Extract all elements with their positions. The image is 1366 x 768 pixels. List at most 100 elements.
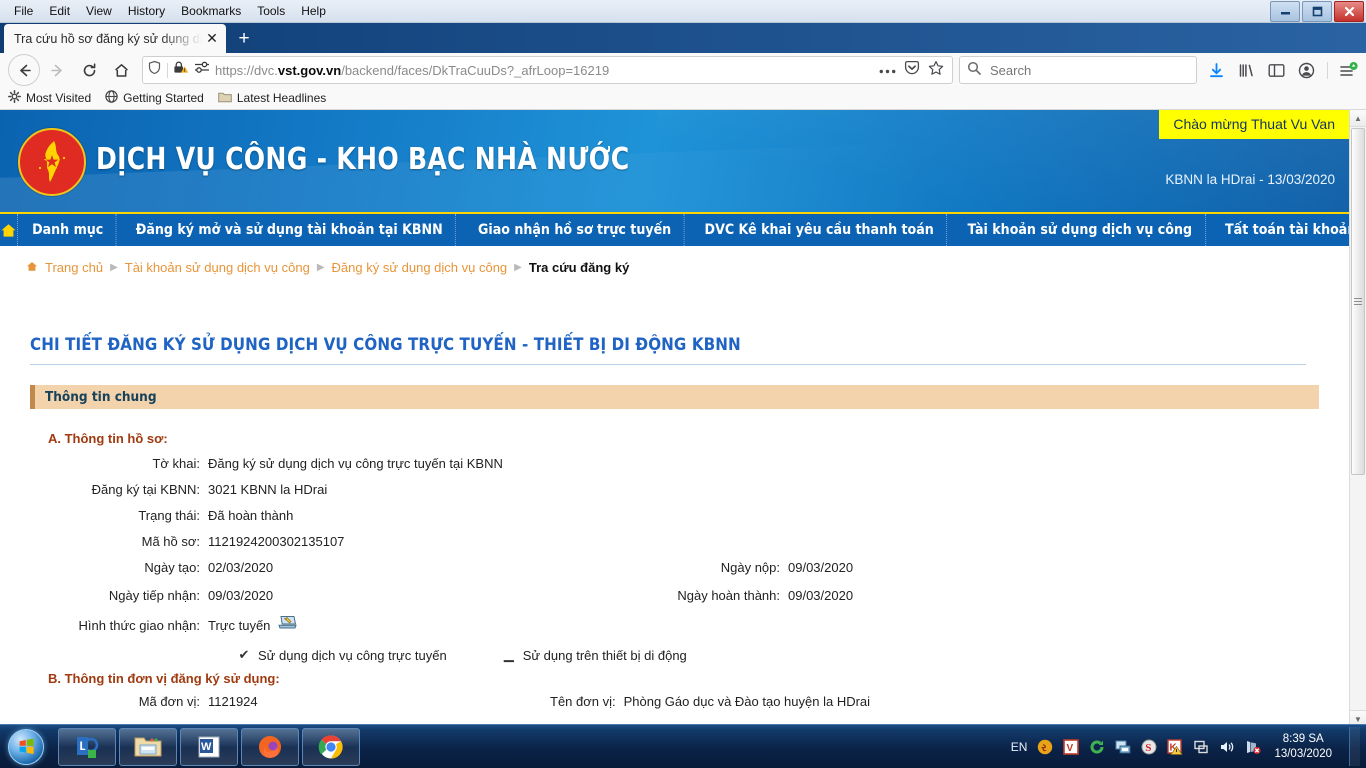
home-icon[interactable] [106,55,136,85]
page-content: CHI TIẾT ĐĂNG KÝ SỬ DỤNG DỊCH VỤ CÔNG TR… [0,335,1349,720]
navigation-toolbar: https://dvc.vst.gov.vn/backend/faces/DkT… [0,53,1366,87]
symantec-icon[interactable]: S [1140,738,1157,755]
hinh-thuc-value: Trực tuyến [208,618,271,633]
scrollbar-thumb[interactable] [1351,128,1365,475]
kaspersky-warning-icon[interactable]: K [1166,738,1183,755]
new-tab-icon[interactable]: + [229,24,259,53]
windows-taskbar: L W EN ર V S K 8:39 SA 13/03/2020 [0,724,1366,768]
lock-warning-icon[interactable] [173,60,189,80]
vietkey-icon[interactable]: V [1062,738,1079,755]
ma-ho-so-value: 1121924200302135107 [208,534,345,549]
app-menu-icon[interactable] [1339,61,1358,80]
screen: File Edit View History Bookmarks Tools H… [0,0,1366,768]
remote-desktop-icon[interactable] [1192,738,1209,755]
page-scrollbar[interactable]: ▲ ▼ [1349,110,1366,727]
start-button[interactable] [2,727,50,766]
close-tab-icon[interactable]: ✕ [204,30,220,47]
menu-bookmarks[interactable]: Bookmarks [173,1,249,21]
sidebar-icon[interactable] [1267,61,1286,80]
close-window-button[interactable] [1334,1,1364,22]
home-nav-icon[interactable] [0,214,18,246]
nav-item-danh-muc[interactable]: Danh mục [20,214,117,246]
bookmark-most-visited[interactable]: Most Visited [8,90,91,106]
ten-don-vi-label: Tên đơn vị: [550,694,616,709]
taskbar-item-chrome[interactable] [302,727,360,766]
dang-ky-value: 3021 KBNN la HDrai [208,482,328,497]
menu-history[interactable]: History [120,1,173,21]
downloads-icon[interactable] [1207,61,1226,80]
back-icon[interactable] [8,54,40,86]
unikey-icon[interactable]: ર [1036,738,1053,755]
menu-view[interactable]: View [78,1,120,21]
nav-item-tat-toan-tai-khoan[interactable]: Tất toán tài khoản [1212,214,1349,246]
shield-icon[interactable] [147,60,162,80]
taskbar-item-firefox[interactable] [241,727,299,766]
ten-don-vi-value: Phòng Gáo dục và Đào tạo huyện la HDrai [623,694,871,709]
account-icon[interactable] [1297,61,1316,80]
nav-item-giao-nhan-ho-so[interactable]: Giao nhận hồ sơ trực tuyến [465,214,685,246]
address-bar[interactable]: https://dvc.vst.gov.vn/backend/faces/DkT… [142,56,953,84]
dang-ky-label: Đăng ký tại KBNN: [91,482,200,497]
nav-item-dang-ky-mo-tai-khoan[interactable]: Đăng ký mở và sử dụng tài khoản tại KBNN [124,214,457,246]
breadcrumb-home-icon[interactable] [26,261,38,275]
site-header: DỊCH VỤ CÔNG - KHO BẠC NHÀ NƯỚC Chào mừn… [0,110,1349,212]
nav-item-tai-khoan-dich-vu-cong[interactable]: Tài khoản sử dụng dịch vụ công [955,214,1206,246]
volume-icon[interactable] [1218,738,1235,755]
menu-file[interactable]: File [6,1,41,21]
page-title: CHI TIẾT ĐĂNG KÝ SỬ DỤNG DỊCH VỤ CÔNG TR… [30,335,1307,365]
sync-icon[interactable] [1088,738,1105,755]
to-khai-value: Đăng ký sử dụng dịch vụ công trực tuyến … [208,456,503,471]
menu-file-label: File [14,4,34,18]
library-icon[interactable] [1237,61,1256,80]
field-row-ngay-tiep-nhan: Ngày tiếp nhận: 09/03/2020 Ngày hoàn thà… [30,588,1319,615]
search-input[interactable] [988,61,1189,79]
show-desktop-button[interactable] [1349,727,1360,766]
unchecked-icon: ▁ [503,647,514,662]
section-header-label: Thông tin chung [45,389,157,405]
breadcrumb-separator: ▶ [316,262,325,273]
minimize-button[interactable] [1270,1,1300,22]
nav-item-dvc-ke-khai[interactable]: DVC Kê khai yêu cầu thanh toán [692,214,948,246]
network-sharing-icon[interactable] [1114,738,1131,755]
taskbar-clock[interactable]: 8:39 SA 13/03/2020 [1270,732,1340,762]
menu-edit[interactable]: Edit [41,1,78,21]
breadcrumb-item-trang-chu[interactable]: Trang chủ [45,260,103,275]
breadcrumb-item-tai-khoan[interactable]: Tài khoản sử dụng dịch vụ công [125,260,310,275]
taskbar-item-lync[interactable]: L [58,727,116,766]
page-viewport: DỊCH VỤ CÔNG - KHO BẠC NHÀ NƯỚC Chào mừn… [0,110,1366,727]
maximize-button[interactable] [1302,1,1332,22]
checkbox-su-dung-dvc-truc-tuyen[interactable]: ✔ Sử dụng dịch vụ công trực tuyến [238,647,447,663]
breadcrumb-current: Tra cứu đăng ký [528,260,630,275]
menu-help[interactable]: Help [293,1,334,21]
browser-tab-active[interactable]: Tra cứu hồ sơ đăng ký sử dụng dịch ✕ [4,24,226,53]
bookmark-latest-headlines[interactable]: Latest Headlines [218,91,326,106]
globe-icon [105,90,118,106]
trang-thai-value: Đã hoàn thành [208,508,294,523]
scroll-up-icon[interactable]: ▲ [1350,110,1366,127]
reload-icon[interactable] [74,55,104,85]
site-permissions-icon[interactable] [194,61,210,79]
taskbar-item-word[interactable]: W [180,727,238,766]
page-actions-icon[interactable] [879,61,896,79]
checkbox-label: Sử dụng trên thiết bị di động [522,647,687,663]
menu-view-label: View [86,4,112,18]
search-bar[interactable] [959,56,1197,84]
taskbar-apps: L W [58,727,360,766]
checkbox-su-dung-thiet-bi-di-dong[interactable]: ▁ Sử dụng trên thiết bị di động [503,647,687,663]
url-suffix: /backend/faces/DkTraCuuDs?_afrLoop=16219 [341,62,610,78]
breadcrumb-item-dang-ky[interactable]: Đăng ký sử dụng dịch vụ công [332,260,508,275]
taskbar-item-file-explorer[interactable] [119,727,177,766]
input-language-indicator[interactable]: EN [1011,740,1028,754]
bookmark-getting-started[interactable]: Getting Started [105,90,204,106]
bookmark-star-icon[interactable] [928,60,944,81]
trang-thai-label: Trạng thái: [138,508,200,523]
network-error-icon[interactable] [1244,738,1261,755]
breadcrumb-separator: ▶ [110,262,118,273]
breadcrumb-separator: ▶ [514,262,522,273]
field-row-ma-don-vi: Mã đơn vị: 1121924 Tên đơn vị: Phòng Gáo… [30,694,1319,720]
forward-icon[interactable] [42,55,72,85]
menu-bookmarks-label: Bookmarks [181,4,242,18]
office-and-date: KBNN la HDrai - 13/03/2020 [1165,172,1335,187]
menu-tools[interactable]: Tools [249,1,293,21]
pocket-icon[interactable] [904,60,920,81]
